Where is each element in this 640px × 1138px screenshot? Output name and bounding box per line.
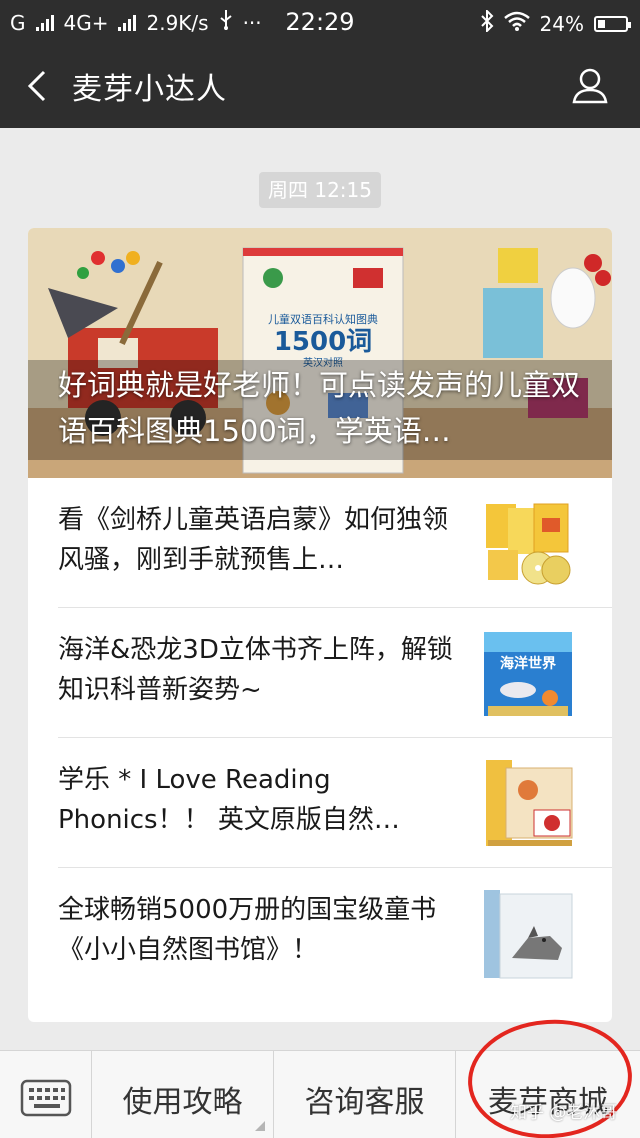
article-card: 儿童双语百科认知图典 1500词 英汉对照 好词典就是好老师！可点读发声的儿童双… (28, 228, 612, 1022)
top-bar: G 4G+ 2.9K/s ··· 22:29 24% 麦芽小达人 (0, 0, 640, 128)
article-item[interactable]: 看《剑桥儿童英语启蒙》如何独领风骚，刚到手就预售上… (28, 478, 612, 608)
phonics-box-thumb (486, 760, 573, 846)
submenu-indicator (255, 1121, 265, 1131)
back-icon[interactable] (22, 64, 56, 108)
message-timestamp: 周四 12:15 (259, 172, 381, 208)
page-title: 麦芽小达人 (72, 72, 227, 107)
bottom-menu: 使用攻略 咨询客服 麦芽商城 (0, 1050, 640, 1138)
bluetooth-icon (480, 8, 494, 37)
thumb-caption: 海洋世界 (500, 655, 557, 672)
menu-guide[interactable]: 使用攻略 (92, 1051, 274, 1138)
article-title: 海洋&恐龙3D立体书齐上阵，解锁知识科普新姿势~ (58, 635, 453, 705)
menu-shop[interactable]: 麦芽商城 (456, 1051, 640, 1138)
menu-label: 咨询客服 (304, 1085, 425, 1120)
ocean-book-thumb: 海洋世界 (484, 632, 572, 716)
hero-article[interactable]: 儿童双语百科认知图典 1500词 英汉对照 好词典就是好老师！可点读发声的儿童双… (28, 228, 612, 478)
article-title: 看《剑桥儿童英语启蒙》如何独领风骚，刚到手就预售上… (58, 505, 449, 575)
battery-icon (594, 15, 631, 32)
watermark: 知乎 @老沐哥 (510, 1103, 618, 1123)
menu-label: 使用攻略 (122, 1085, 243, 1120)
person-icon[interactable] (570, 64, 610, 108)
status-bar: G 4G+ 2.9K/s ··· 22:29 24% (0, 0, 640, 44)
article-title: 全球畅销5000万册的国宝级童书《小小自然图书馆》！ (58, 895, 437, 965)
article-item[interactable]: 学乐 * I Love Reading Phonics！！ 英文原版自然… (28, 738, 612, 868)
menu-support[interactable]: 咨询客服 (274, 1051, 456, 1138)
book-cover-title: 儿童双语百科认知图典 (268, 312, 378, 326)
cambridge-books-thumb (486, 503, 571, 585)
keyboard-icon[interactable] (0, 1051, 92, 1138)
nature-library-thumb (484, 890, 573, 979)
article-item[interactable]: 全球畅销5000万册的国宝级童书《小小自然图书馆》！ (28, 868, 612, 998)
battery-percent: 24% (539, 11, 584, 36)
article-title: 学乐 * I Love Reading Phonics！！ 英文原版自然… (58, 765, 400, 835)
nav-bar: 麦芽小达人 (0, 44, 640, 128)
wifi-icon (503, 11, 530, 36)
book-cover-number: 1500词 (274, 327, 372, 357)
article-item[interactable]: 海洋&恐龙3D立体书齐上阵，解锁知识科普新姿势~ 海洋世界 (28, 608, 612, 738)
hero-title: 好词典就是好老师！可点读发声的儿童双语百科图典1500词，学英语… (58, 368, 581, 448)
